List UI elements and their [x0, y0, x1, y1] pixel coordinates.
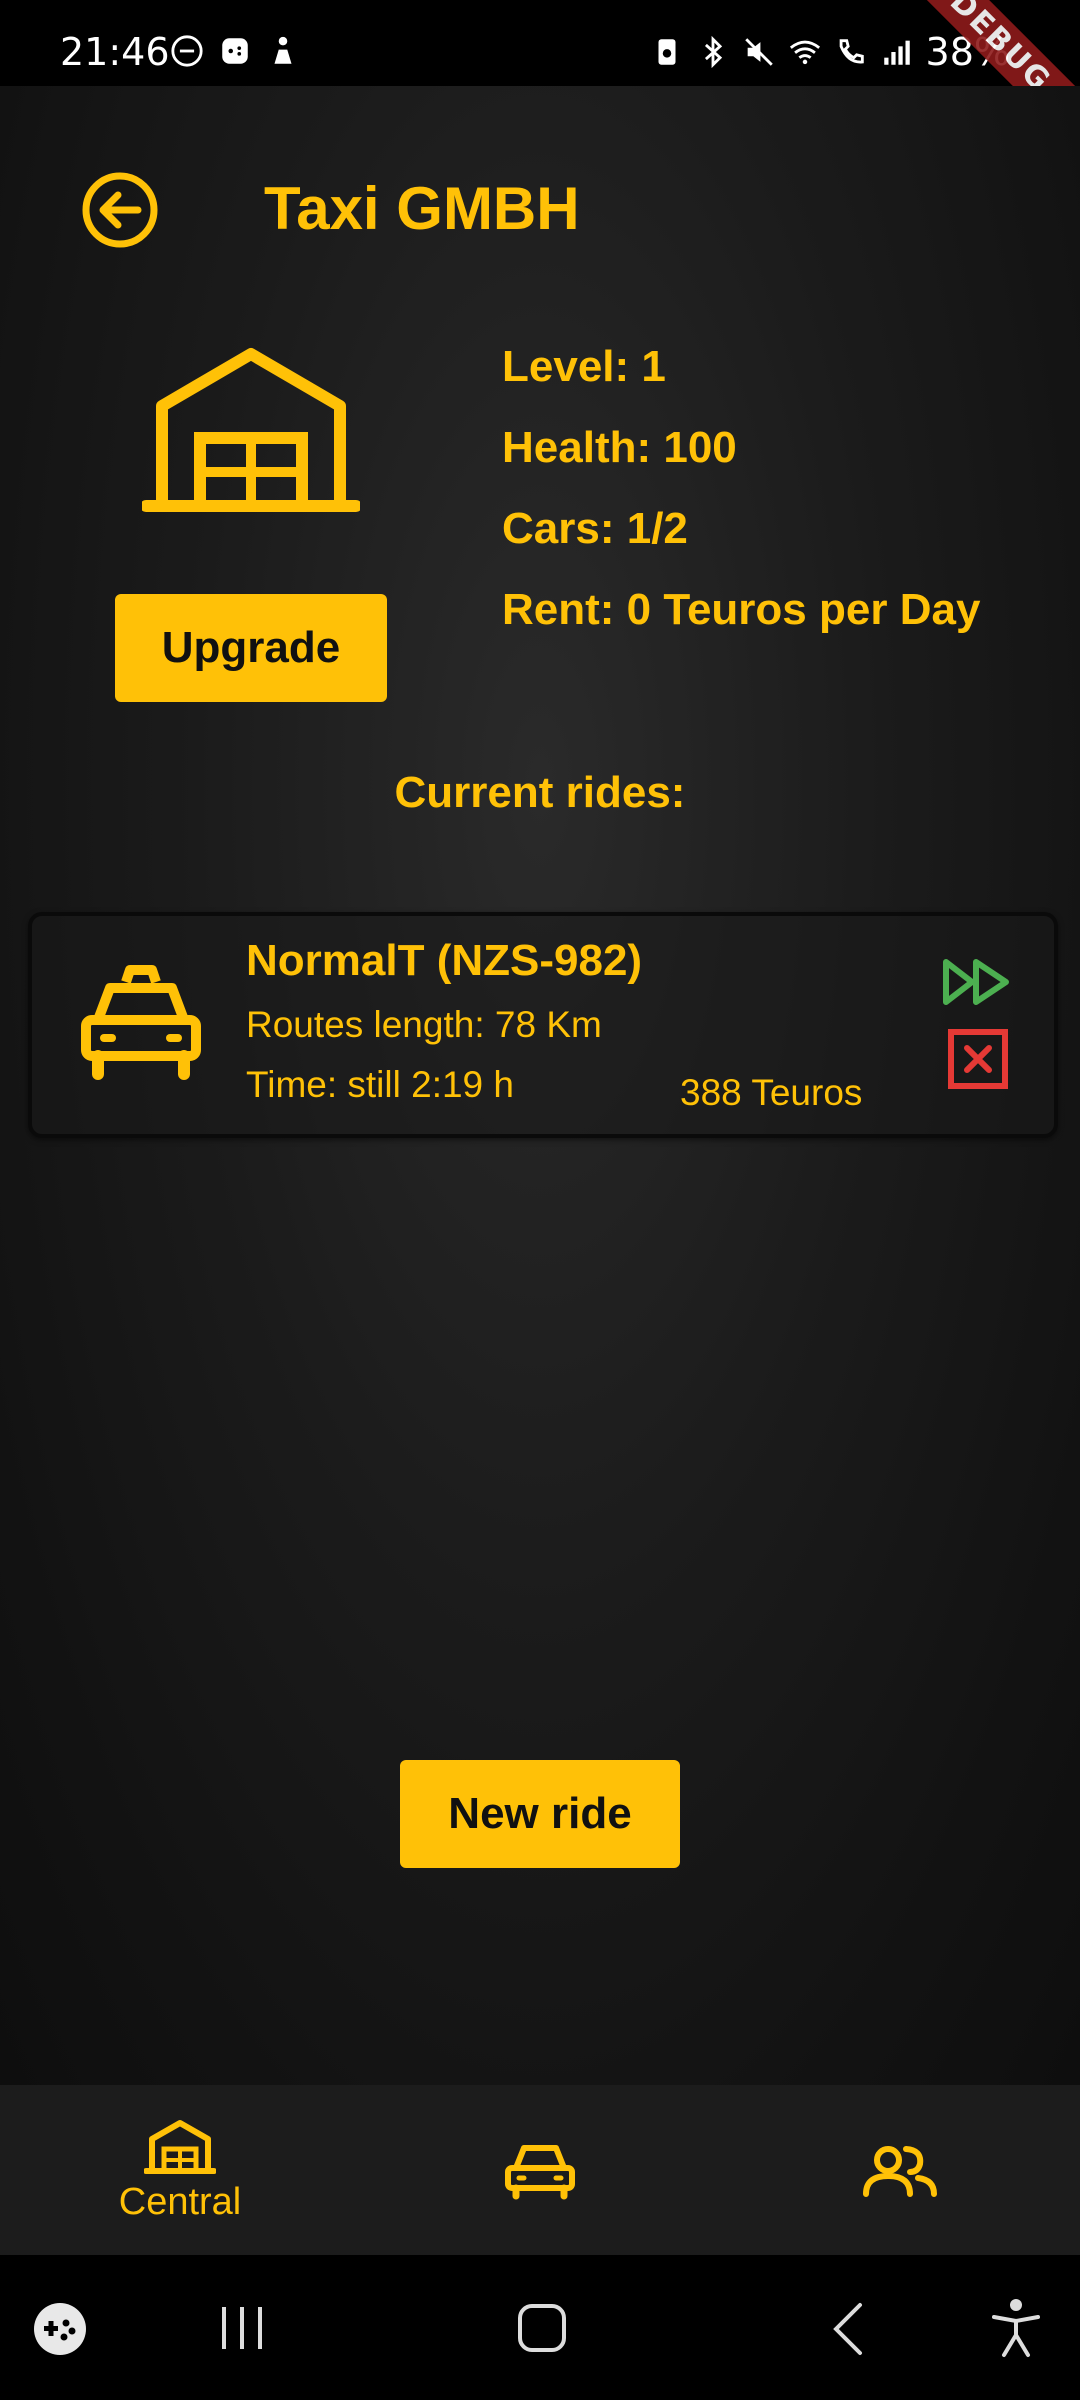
- upgrade-button[interactable]: Upgrade: [115, 594, 387, 702]
- fast-forward-icon[interactable]: [940, 956, 1012, 1008]
- ride-price: 388 Teuros: [680, 1072, 863, 1113]
- status-time: 21:46: [60, 30, 170, 74]
- back-arrow-circle-icon[interactable]: [80, 170, 160, 250]
- ride-name: NormalT (NZS-982): [246, 936, 643, 985]
- nav-item-central[interactable]: Central: [0, 2085, 360, 2255]
- game-launcher-icon: [222, 38, 248, 64]
- home-icon[interactable]: [516, 2301, 568, 2355]
- do-not-disturb-icon: [171, 35, 203, 67]
- garage-icon: [142, 348, 360, 512]
- stat-health: Health: 100: [502, 423, 737, 472]
- stat-cars: Cars: 1/2: [502, 504, 688, 553]
- ride-route-length: Routes length: 78 Km: [246, 1004, 602, 1045]
- wifi-icon: [789, 40, 820, 65]
- stat-rent: Rent: 0 Teuros per Day: [502, 585, 981, 634]
- accessibility-icon[interactable]: [990, 2297, 1042, 2359]
- mute-icon: [744, 38, 773, 66]
- status-right: 38%: [650, 30, 1010, 74]
- new-ride-button[interactable]: New ride: [400, 1760, 680, 1868]
- status-left-icons: [170, 34, 300, 68]
- wifi-call-icon: [839, 39, 864, 64]
- page-title: Taxi GMBH: [264, 175, 580, 242]
- car-icon: [505, 2145, 575, 2200]
- garage-icon: [144, 2119, 216, 2174]
- ride-card: NormalT (NZS-982) Routes length: 78 Km T…: [28, 912, 1058, 1138]
- stat-level: Level: 1: [502, 342, 666, 391]
- back-icon[interactable]: [828, 2301, 868, 2357]
- current-rides-heading: Current rides:: [394, 768, 686, 817]
- cancel-ride-icon[interactable]: [947, 1028, 1009, 1090]
- nav-item-people[interactable]: [720, 2085, 1080, 2255]
- main-screen: Taxi GMBH Upgrade Level: 1 Health: 100 C…: [0, 86, 1080, 2085]
- recent-apps-icon[interactable]: [218, 2303, 266, 2353]
- ride-time-remaining: Time: still 2:19 h: [246, 1064, 514, 1105]
- data-saver-icon: [658, 39, 676, 65]
- taxi-icon: [81, 965, 201, 1080]
- nav-item-cars[interactable]: [360, 2085, 720, 2255]
- gesture-icon: [274, 36, 292, 64]
- garage-stats: Level: 1 Health: 100 Cars: 1/2 Rent: 0 T…: [502, 326, 980, 650]
- bluetooth-icon: [704, 35, 722, 69]
- nav-label-central: Central: [118, 2180, 242, 2223]
- status-bar: 21:46 38% DEBUG: [0, 0, 1080, 164]
- game-tools-icon[interactable]: [32, 2301, 88, 2357]
- system-nav-bar: [0, 2255, 1080, 2400]
- signal-icon: [883, 40, 910, 65]
- people-icon: [863, 2146, 937, 2197]
- bottom-nav: Central: [0, 2085, 1080, 2255]
